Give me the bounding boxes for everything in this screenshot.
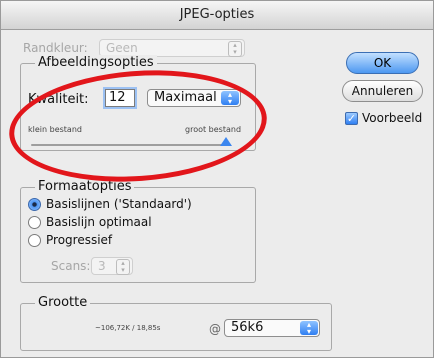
format-options-title: Formaatopties [35,179,135,194]
radio-baseline-optimized[interactable] [28,216,41,229]
speed-value: 56k6 [231,320,264,335]
cancel-button[interactable]: Annuleren [342,80,423,102]
quality-input[interactable]: 12 [105,89,135,107]
slider-min-label: klein bestand [28,125,82,134]
chevron-updown-icon: ▴ ▾ [228,41,242,57]
quality-preset-select[interactable]: Maximaal ▴ ▾ [147,89,241,107]
preview-checkbox[interactable]: ✓ [345,112,358,125]
chevron-updown-icon: ▴ ▾ [300,321,318,336]
option-baseline-standard-label: Basislijnen ('Standaard') [46,197,192,211]
size-estimate: ~106,72K / 18,85s [95,324,161,332]
ok-button[interactable]: OK [346,52,419,74]
radio-baseline-standard[interactable] [28,198,41,211]
image-options-title: Afbeeldingsopties [35,55,157,70]
scans-value: 3 [98,259,106,273]
option-baseline-optimized-label: Basislijn optimaal [46,215,152,229]
window-title: JPEG-opties [1,1,433,30]
quality-label: Kwaliteit: [28,92,89,107]
quality-slider-thumb[interactable] [220,137,232,146]
radio-progressive[interactable] [28,234,41,247]
matte-value: Geen [106,41,138,55]
at-symbol: @ [209,322,221,336]
scans-select[interactable]: 3 ▴ ▾ [91,257,133,275]
quality-preset-value: Maximaal [154,90,217,105]
chevron-updown-icon: ▴ ▾ [221,91,239,106]
size-title: Grootte [35,295,91,310]
matte-label: Randkleur: [23,41,88,55]
scans-label: Scans: [51,259,91,273]
preview-label: Voorbeeld [362,111,423,125]
quality-slider[interactable] [31,144,231,146]
option-progressive-label: Progressief [46,233,113,247]
slider-max-label: groot bestand [185,125,242,134]
chevron-updown-icon: ▴ ▾ [116,259,130,275]
jpeg-options-dialog: JPEG-opties Randkleur: Geen ▴ ▾ Afbeeldin… [0,0,434,358]
speed-select[interactable]: 56k6 ▴ ▾ [224,319,320,337]
